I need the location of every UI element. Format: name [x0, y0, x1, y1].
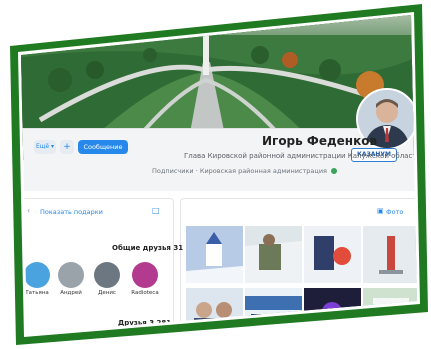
friend-avatar: [24, 262, 50, 288]
chevron-left-icon[interactable]: ‹: [27, 206, 30, 215]
chevron-down-icon: ▾: [51, 143, 55, 150]
friend-item[interactable]: Radioteca: [130, 262, 160, 296]
photo-thumbnail[interactable]: [304, 226, 361, 283]
photo-thumbnail[interactable]: [363, 226, 417, 283]
photo-image: [304, 226, 361, 283]
more-label: Ещё: [35, 143, 50, 150]
camera-icon: ▣: [377, 207, 384, 215]
friend-avatar: [58, 262, 84, 288]
add-friend-button[interactable]: +: [60, 140, 74, 154]
photo-thumbnail[interactable]: [245, 226, 302, 283]
photo-image: [245, 226, 302, 283]
photo-image: [363, 226, 417, 283]
profile-subtitle: Глава Кировской районной администрации К…: [184, 152, 421, 160]
friend-name: Татьяна: [25, 290, 49, 296]
common-friends-title[interactable]: Общие друзья 31: [112, 244, 183, 252]
gift-icon: □: [152, 206, 160, 215]
gifts-link[interactable]: Показать подарки: [40, 208, 103, 216]
friend-item[interactable]: Татьяна: [22, 262, 52, 296]
friend-name: Radioteca: [131, 290, 159, 296]
profile-name: Игорь Феденков: [262, 134, 378, 148]
more-button[interactable]: Ещё ▾: [34, 140, 56, 154]
friend-avatar: [132, 262, 158, 288]
profile-meta: Подписчики · Кировская районная админист…: [152, 167, 338, 175]
friend-item[interactable]: Андрей: [56, 262, 86, 296]
message-button[interactable]: Сообщение: [78, 140, 128, 154]
photo-image: [186, 226, 243, 283]
organization-icon: [331, 168, 338, 174]
profile-screenshot: КАЗАНУМ Игорь Феденков Глава Кировской р…: [21, 15, 421, 334]
friend-item[interactable]: Денис: [92, 262, 122, 296]
friend-name: Денис: [98, 290, 116, 296]
followers-link[interactable]: Подписчики: [152, 167, 194, 175]
friend-avatar: [94, 262, 120, 288]
photo-thumbnail[interactable]: [186, 226, 243, 283]
add-friend-icon: +: [63, 142, 71, 152]
friend-name: Андрей: [60, 290, 82, 296]
organization-link[interactable]: Кировская районная администрация: [200, 167, 327, 175]
photos-link[interactable]: Фото: [386, 208, 403, 216]
